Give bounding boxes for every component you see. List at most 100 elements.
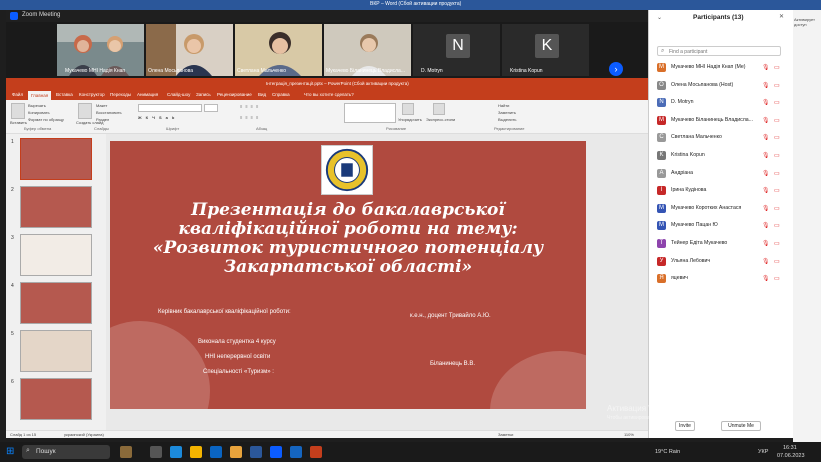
reset-button[interactable]: Восстановить (96, 110, 122, 115)
chrome-icon[interactable] (230, 446, 242, 458)
new-slide-icon[interactable] (78, 103, 92, 119)
layout-button[interactable]: Макет (96, 103, 107, 108)
copy-button[interactable]: Копировать (28, 110, 50, 115)
slide-thumbnail[interactable]: 1 (11, 138, 92, 180)
app-icon[interactable] (290, 446, 302, 458)
tell-me-search[interactable]: Что вы хотите сделать? (304, 92, 354, 97)
font-size-select[interactable] (204, 104, 218, 112)
task-view-icon[interactable] (150, 446, 162, 458)
slide-thumbnails: 1 2 3 4 5 6 (6, 134, 106, 430)
video-tile[interactable]: Мукачево МНІ Надія Кнап (57, 24, 144, 76)
paste-button[interactable]: Вставить (10, 120, 27, 125)
slide-thumbnail[interactable]: 2 (11, 186, 92, 228)
participant-row[interactable]: У Ульяна Лебович 🎙 ▭ (657, 256, 789, 267)
tab-home[interactable]: Главная (28, 91, 52, 100)
participant-name: Мукачево Пацан Ю (671, 222, 718, 229)
video-off-icon: ▭ (774, 135, 780, 142)
participant-name: Ульяна Лебович (671, 257, 711, 264)
slide-thumbnail[interactable]: 4 (11, 282, 92, 324)
participant-search-input[interactable] (669, 48, 777, 55)
find-button[interactable]: Найти (498, 103, 509, 108)
shapes-gallery[interactable] (344, 103, 396, 123)
quick-styles-icon[interactable] (433, 103, 445, 115)
notes-button[interactable]: Заметки (498, 432, 513, 437)
windows-start-icon[interactable]: ⊞ (6, 446, 14, 457)
tab-slideshow[interactable]: Слайд-шоу (167, 92, 190, 97)
slide-thumbnail[interactable]: 3 (11, 234, 92, 276)
slide-number: 3 (11, 235, 14, 241)
clock-time[interactable]: 16:31 (783, 445, 797, 451)
powerpoint-icon[interactable] (310, 446, 322, 458)
ppt-ribbon: Вставить Вырезать Копировать Формат по о… (6, 100, 648, 134)
edge-icon[interactable] (170, 446, 182, 458)
video-tile[interactable]: Светлана Мальченко (235, 24, 322, 76)
student-line: ННІ неперервної освіти (205, 354, 271, 360)
file-explorer-icon[interactable] (190, 446, 202, 458)
font-name-select[interactable] (138, 104, 202, 112)
taskbar-search[interactable]: ⌕ Пошук (22, 445, 110, 459)
tab-transitions[interactable]: Переходы (110, 92, 131, 97)
tab-help[interactable]: Справка (272, 92, 290, 97)
store-icon[interactable] (210, 446, 222, 458)
tab-insert[interactable]: Вставка (56, 92, 73, 97)
format-painter-button[interactable]: Формат по образцу (28, 117, 64, 122)
participant-name: Ірина Кудінова (671, 187, 707, 194)
video-tile[interactable]: Олена Мосьпанова (146, 24, 233, 76)
video-off-icon: ▭ (774, 65, 780, 71)
collapse-icon[interactable]: ⌄ (657, 14, 662, 21)
weather-status[interactable]: 19°C Rain (655, 449, 680, 455)
tab-file[interactable]: Файл (12, 92, 23, 97)
participant-row[interactable]: I Ірина Кудінова 🎙 ▭ (657, 185, 789, 196)
participant-row[interactable]: Яяцевич 🎙 ▭ (657, 273, 789, 284)
video-tile[interactable]: Мукачево Біланинець Владисла... (324, 24, 411, 76)
participant-name: Олена Мосьпанова (Host) (671, 81, 734, 88)
quick-styles-button[interactable]: Экспресс-стили (426, 117, 455, 122)
tab-review[interactable]: Рецензирование (217, 92, 252, 97)
section-button[interactable]: Раздел (96, 117, 109, 122)
chevron-right-icon[interactable]: › (609, 62, 623, 76)
participant-name: Тейнер Едіта Мукачево (671, 240, 728, 246)
taskbar-widget-icon[interactable] (120, 446, 132, 458)
word-icon[interactable] (250, 446, 262, 458)
participant-row[interactable]: A Андріана 🎙 ▭ (657, 168, 789, 179)
zoom-taskbar-icon[interactable] (270, 446, 282, 458)
select-button[interactable]: Выделить (498, 117, 516, 122)
tab-view[interactable]: Вид (258, 92, 266, 97)
arrange-button[interactable]: Упорядочить (398, 117, 422, 122)
arrange-icon[interactable] (402, 103, 414, 115)
tab-animation[interactable]: Анимация (137, 92, 158, 97)
search-icon: ⌕ (26, 447, 30, 454)
participant-row[interactable]: M Мукачево Біланинець Владисла... 🎙 ▭ (657, 115, 789, 126)
participant-row[interactable]: M Мукачево Пацан Ю 🎙 ▭ (657, 220, 789, 231)
muted-mic-icon: 🎙 (762, 241, 770, 247)
clock-date[interactable]: 07.06.2023 (777, 453, 805, 459)
video-off-icon: ▭ (774, 223, 780, 230)
replace-button[interactable]: Заменить (498, 110, 516, 115)
paragraph-buttons[interactable]: ≡≡≡≡ (240, 104, 261, 109)
participant-row[interactable]: K Kristina Kopun 🎙 ▭ (657, 150, 789, 161)
align-buttons[interactable]: ≡≡≡≡ (240, 115, 261, 120)
video-tile[interactable]: K Kristina Kopun (502, 24, 589, 76)
unmute-me-button[interactable]: Unmute Me (721, 421, 761, 431)
cut-button[interactable]: Вырезать (28, 103, 46, 108)
font-format-buttons[interactable]: ЖКЧSab (138, 115, 178, 120)
current-slide[interactable]: Презентація до бакалаврської кваліфікаці… (110, 141, 586, 409)
group-label: Рисование (386, 126, 407, 131)
participant-row[interactable]: T Тейнер Едіта Мукачево 🎙 ▭ (657, 238, 789, 249)
participant-row[interactable]: M Мукачево Коротких Анастася 🎙 ▭ (657, 203, 789, 214)
close-icon[interactable]: ✕ (779, 13, 784, 20)
slide-thumbnail[interactable]: 6 (11, 378, 92, 420)
participant-row[interactable]: C Светлана Мальченко 🎙 ▭ (657, 132, 789, 143)
paste-icon[interactable] (11, 103, 25, 119)
tab-design[interactable]: Конструктор (79, 92, 105, 97)
invite-button[interactable]: Invite (675, 421, 695, 431)
language-indicator[interactable]: УКР (758, 449, 768, 455)
zoom-level[interactable]: 110% (624, 432, 634, 437)
participant-row[interactable]: N D. Motryn 🎙 ▭ (657, 97, 789, 108)
participant-name: D. Motryn (671, 99, 694, 106)
participant-row[interactable]: M Мукачево МНІ Надія Кнап (Me) 🎙 ▭ (657, 62, 789, 73)
tab-record[interactable]: Запись (196, 92, 211, 97)
slide-thumbnail[interactable]: 5 (11, 330, 92, 372)
video-tile[interactable]: N D. Motryn (413, 24, 500, 76)
participant-row[interactable]: O Олена Мосьпанова (Host) 🎙 ▭ (657, 80, 789, 91)
